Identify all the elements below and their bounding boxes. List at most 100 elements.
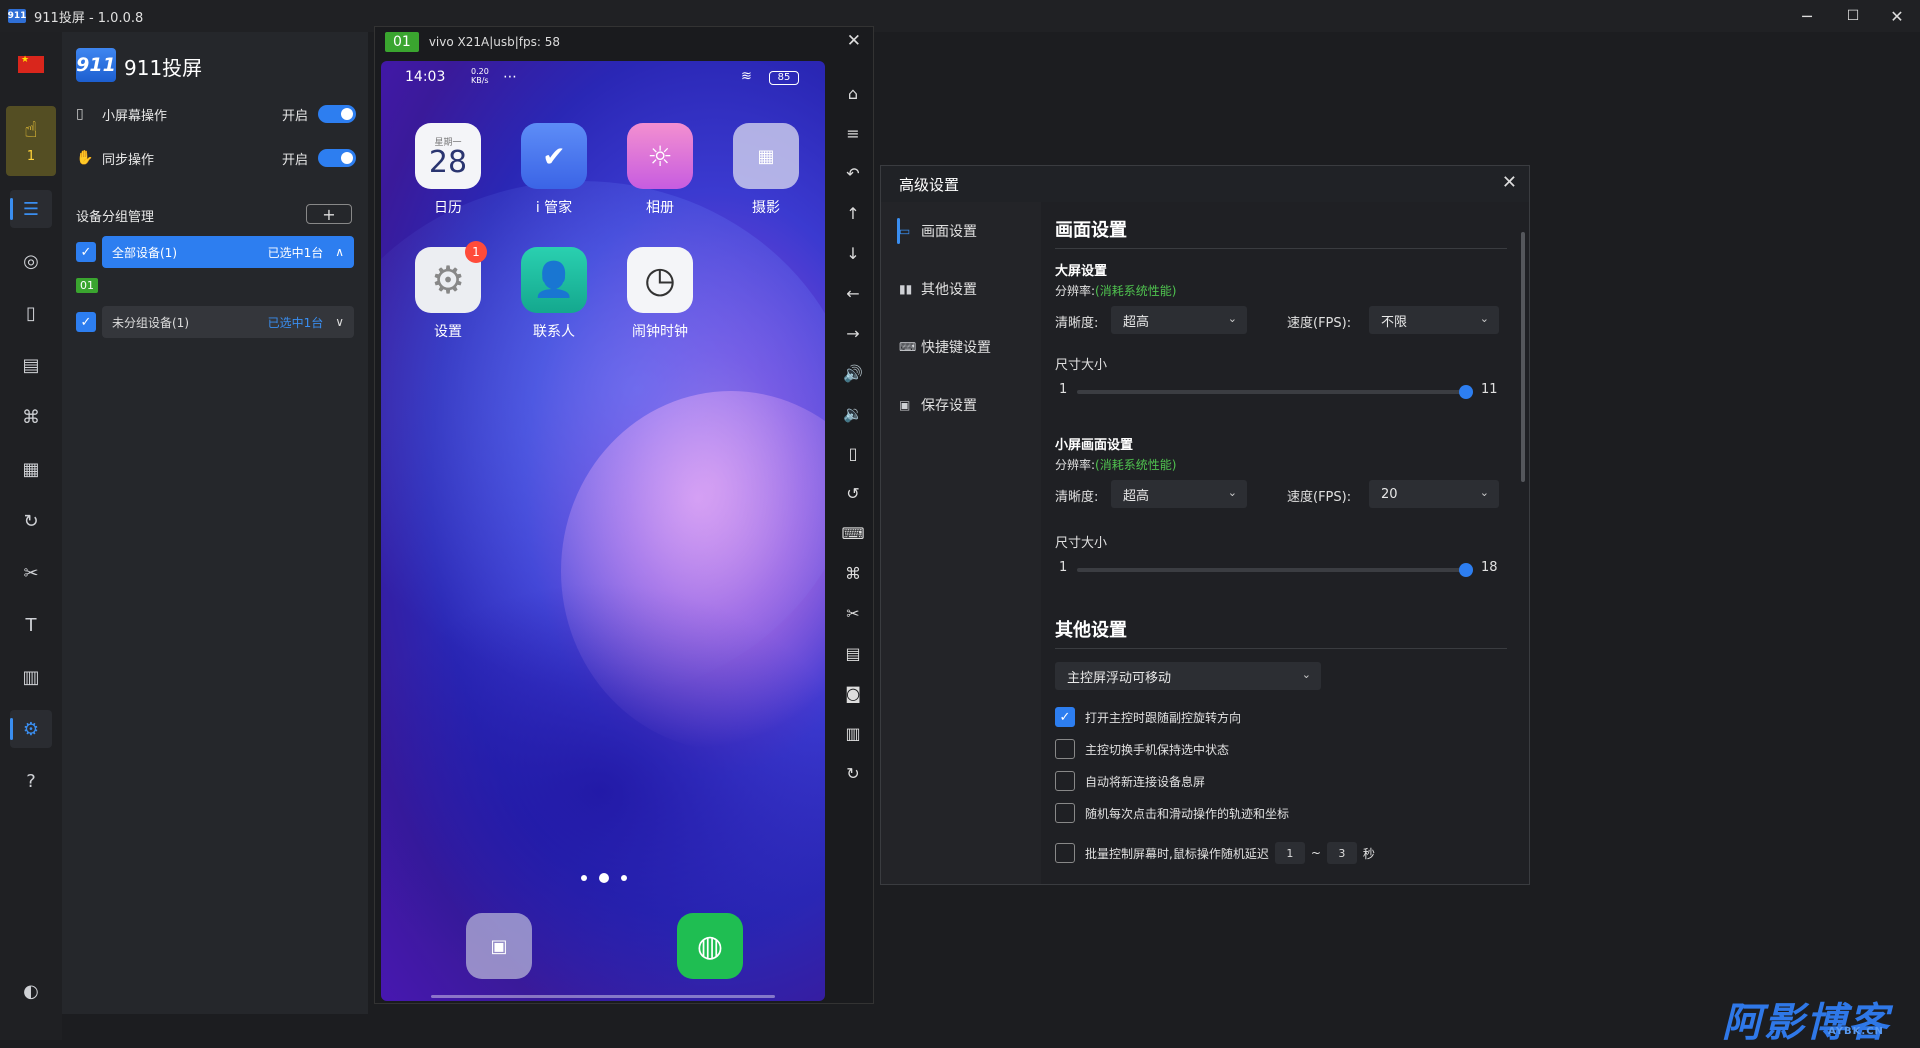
app-calendar[interactable]: 星期一 28 日历 bbox=[403, 123, 493, 217]
keyboard-icon[interactable]: ⌨ bbox=[839, 519, 867, 547]
arrow-down-icon[interactable]: ↓ bbox=[839, 239, 867, 267]
shield-icon: ✔ bbox=[521, 123, 587, 189]
small-fps-select[interactable]: 20 ⌄ bbox=[1369, 480, 1499, 508]
arrow-left-icon[interactable]: ← bbox=[839, 279, 867, 307]
refresh-question-icon[interactable]: ↻ bbox=[10, 502, 52, 540]
delay-min-input[interactable]: 1 bbox=[1274, 842, 1305, 864]
option-label: 同步操作 bbox=[102, 152, 155, 168]
dialog-close-icon[interactable]: ✕ bbox=[1502, 172, 1517, 193]
scrollbar[interactable] bbox=[1521, 232, 1525, 482]
arrow-up-icon[interactable]: ↑ bbox=[839, 199, 867, 227]
app-label: 摄影 bbox=[752, 200, 780, 216]
checkbox[interactable] bbox=[1055, 803, 1075, 823]
group-row-ungrouped[interactable]: 未分组设备(1) 已选中1台 ∨ bbox=[102, 306, 354, 338]
file-lock-icon[interactable]: ▯ bbox=[10, 294, 52, 332]
brand-name: 911投屏 bbox=[124, 56, 203, 80]
page-dot-active bbox=[599, 873, 609, 883]
large-clarity-select[interactable]: 超高 ⌄ bbox=[1111, 306, 1247, 334]
image-file-icon[interactable]: ▥ bbox=[839, 719, 867, 747]
checkbox[interactable] bbox=[1055, 771, 1075, 791]
check-random-trajectory[interactable]: 随机每次点击和滑动操作的轨迹和坐标 bbox=[1055, 802, 1289, 824]
rotate-icon[interactable]: ↺ bbox=[839, 479, 867, 507]
slider-knob[interactable] bbox=[1459, 563, 1473, 577]
control-mode-button[interactable]: ☝ 1 bbox=[6, 106, 56, 176]
globe-icon[interactable]: ◎ bbox=[10, 242, 52, 280]
check-keep-selected[interactable]: 主控切换手机保持选中状态 bbox=[1055, 738, 1229, 760]
app-logo-large: 911 bbox=[76, 48, 116, 82]
calendar-icon: 星期一 28 bbox=[415, 123, 481, 189]
app-settings[interactable]: ⚙ 1 设置 bbox=[403, 241, 493, 341]
small-size-label: 尺寸大小 bbox=[1055, 536, 1108, 551]
check-auto-screen-off[interactable]: 自动将新连接设备息屏 bbox=[1055, 770, 1205, 792]
delay-max-input[interactable]: 3 bbox=[1326, 842, 1357, 864]
page-dot bbox=[621, 875, 627, 881]
help-icon[interactable]: ? bbox=[10, 762, 52, 800]
app-label: 联系人 bbox=[533, 324, 575, 340]
theme-toggle-icon[interactable]: ◐ bbox=[10, 972, 52, 1010]
advanced-settings-dialog: 高级设置 ✕ ▭ 画面设置 ▮▮ 其他设置 ⌨ 快捷键设置 ▣ 保存设置 画面设… bbox=[880, 165, 1530, 885]
large-fps-select[interactable]: 不限 ⌄ bbox=[1369, 306, 1499, 334]
nav-other-settings[interactable]: ▮▮ 其他设置 bbox=[899, 274, 1029, 304]
phone-screen[interactable]: 14:03 0.20 KB/s ⋯ ≋ 85 星期一 28 日历 ✔ i 管家 ☼… bbox=[381, 61, 825, 1001]
settings-gear-icon[interactable]: ⚙ bbox=[10, 710, 52, 748]
volume-up-icon[interactable]: 🔊 bbox=[839, 359, 867, 387]
list-icon[interactable]: ☰ bbox=[10, 190, 52, 228]
small-size-slider[interactable] bbox=[1077, 563, 1473, 577]
close-button[interactable]: ✕ bbox=[1874, 0, 1920, 32]
phone-close-icon[interactable]: ✕ bbox=[847, 31, 861, 51]
checkbox[interactable] bbox=[1055, 739, 1075, 759]
phone-lock-icon[interactable]: ▯ bbox=[839, 439, 867, 467]
command-icon[interactable]: ⌘ bbox=[839, 559, 867, 587]
menu-icon[interactable]: ≡ bbox=[839, 119, 867, 147]
dock-folder-icon[interactable]: ▣ bbox=[466, 913, 532, 979]
home-icon[interactable]: ⌂ bbox=[839, 79, 867, 107]
file-lock-icon[interactable]: ◙ bbox=[839, 679, 867, 707]
group-row-all[interactable]: 全部设备(1) 已选中1台 ∧ bbox=[102, 236, 354, 268]
image-file-icon[interactable]: ▤ bbox=[10, 346, 52, 384]
refresh-question-icon[interactable]: ↻ bbox=[839, 759, 867, 787]
clipboard-icon[interactable]: ▤ bbox=[839, 639, 867, 667]
minimize-button[interactable]: ─ bbox=[1784, 0, 1830, 32]
china-flag-icon[interactable] bbox=[18, 55, 44, 73]
command-icon[interactable]: ⌘ bbox=[10, 398, 52, 436]
app-label: 设置 bbox=[434, 324, 462, 340]
back-icon[interactable]: ↶ bbox=[839, 159, 867, 187]
phone-title: vivo X21A|usb|fps: 58 bbox=[428, 35, 561, 49]
device-badge[interactable]: 01 bbox=[76, 278, 98, 293]
app-contacts[interactable]: 👤 联系人 bbox=[509, 247, 599, 341]
app-label: 闹钟时钟 bbox=[632, 324, 688, 340]
small-clarity-select[interactable]: 超高 ⌄ bbox=[1111, 480, 1247, 508]
app-photography[interactable]: ▦ 摄影 bbox=[721, 123, 811, 217]
document-icon[interactable]: ▥ bbox=[10, 658, 52, 696]
add-group-button[interactable]: + bbox=[306, 204, 352, 224]
arrow-right-icon[interactable]: → bbox=[839, 319, 867, 347]
sync-toggle[interactable] bbox=[318, 149, 356, 167]
nav-save-settings[interactable]: ▣ 保存设置 bbox=[899, 390, 1029, 420]
master-mode-select[interactable]: 主控屏浮动可移动 ⌄ bbox=[1055, 662, 1321, 690]
small-clarity-label: 清晰度: bbox=[1055, 490, 1099, 505]
ungrouped-checkbox[interactable]: ✓ bbox=[76, 312, 96, 332]
clipboard-icon[interactable]: ▦ bbox=[10, 450, 52, 488]
check-follow-rotation[interactable]: ✓ 打开主控时跟随副控旋转方向 bbox=[1055, 706, 1241, 728]
app-clock[interactable]: ◷ 闹钟时钟 bbox=[615, 247, 705, 341]
left-rail: ☝ 1 ☰ ◎ ▯ ▤ ⌘ ▦ ↻ ✂ T ▥ ⚙ ? ◐ bbox=[0, 32, 62, 1040]
volume-down-icon[interactable]: 🔉 bbox=[839, 399, 867, 427]
nav-screen-settings[interactable]: ▭ 画面设置 bbox=[897, 216, 1029, 246]
checkbox-checked[interactable]: ✓ bbox=[1055, 707, 1075, 727]
scissors-icon[interactable]: ✂ bbox=[839, 599, 867, 627]
scissors-icon[interactable]: ✂ bbox=[10, 554, 52, 592]
wechat-icon[interactable]: ◍ bbox=[677, 913, 743, 979]
checkbox[interactable] bbox=[1055, 843, 1075, 863]
slider-knob[interactable] bbox=[1459, 385, 1473, 399]
small-screen-toggle[interactable] bbox=[318, 105, 356, 123]
large-size-slider[interactable] bbox=[1077, 385, 1473, 399]
app-album[interactable]: ☼ 相册 bbox=[615, 123, 705, 217]
maximize-button[interactable]: ☐ bbox=[1830, 0, 1876, 32]
settings-badge: 1 bbox=[465, 241, 487, 263]
nav-shortcut-settings[interactable]: ⌨ 快捷键设置 bbox=[899, 332, 1029, 362]
device-panel: 911 911投屏 ▯ 小屏幕操作 开启 ✋ 同步操作 开启 设备分组管理 + … bbox=[62, 32, 368, 1014]
all-devices-checkbox[interactable]: ✓ bbox=[76, 242, 96, 262]
app-imanager[interactable]: ✔ i 管家 bbox=[509, 123, 599, 217]
text-icon[interactable]: T bbox=[10, 606, 52, 644]
check-random-delay[interactable]: 批量控制屏幕时,鼠标操作随机延迟 1 ~ 3 秒 bbox=[1055, 842, 1375, 864]
